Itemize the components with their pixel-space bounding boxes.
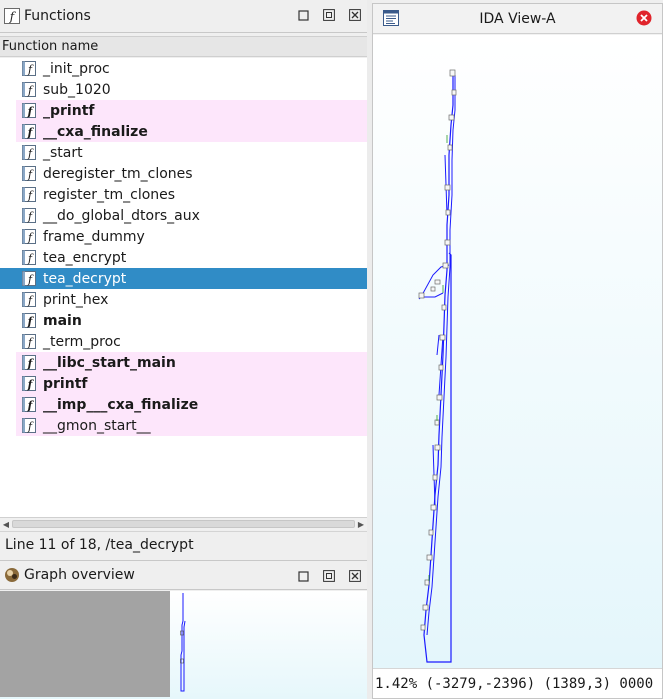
close-icon[interactable] <box>349 9 361 21</box>
function-row-term-proc[interactable]: f _term_proc <box>0 331 367 352</box>
function-name: __cxa_finalize <box>43 123 148 140</box>
function-icon: f <box>4 8 20 24</box>
function-name: __libc_start_main <box>43 354 176 371</box>
functions-title: Functions <box>24 8 91 24</box>
horizontal-scrollbar[interactable]: ◀ ▶ <box>0 517 367 530</box>
function-name: tea_decrypt <box>43 270 127 287</box>
functions-title-bar[interactable]: f Functions <box>0 0 367 33</box>
function-row-register-tm-clones[interactable]: f register_tm_clones <box>0 184 367 205</box>
function-name: __gmon_start__ <box>43 417 151 434</box>
function-row-start[interactable]: f _start <box>0 142 367 163</box>
functions-status: Line 11 of 18, /tea_decrypt <box>0 531 367 558</box>
graph-view-canvas[interactable] <box>373 35 662 670</box>
function-row-libc-start-main[interactable]: f __libc_start_main <box>16 352 367 373</box>
function-name: _init_proc <box>43 60 110 77</box>
scroll-left-icon[interactable]: ◀ <box>0 518 12 531</box>
overview-graph-thumbnail <box>180 593 186 692</box>
graph-overview-title: Graph overview <box>24 567 135 583</box>
function-icon: f <box>22 124 36 139</box>
function-icon: f <box>22 418 36 433</box>
function-row-frame-dummy[interactable]: f frame_dummy <box>0 226 367 247</box>
function-name: printf <box>43 375 88 392</box>
graph-overview-canvas[interactable] <box>0 591 367 699</box>
function-name: print_hex <box>43 291 109 308</box>
function-row-do-global-dtors-aux[interactable]: f __do_global_dtors_aux <box>0 205 367 226</box>
ida-view-title: IDA View-A <box>479 10 556 27</box>
function-icon: f <box>22 355 36 370</box>
minimize-icon[interactable] <box>297 9 309 21</box>
function-name: __do_global_dtors_aux <box>43 207 200 224</box>
column-header-function-name[interactable]: Function name <box>0 36 367 57</box>
minimize-icon[interactable] <box>297 570 309 582</box>
function-row-sub-1020[interactable]: f sub_1020 <box>0 79 367 100</box>
function-name: __imp___cxa_finalize <box>43 396 199 413</box>
function-icon: f <box>22 61 36 76</box>
float-icon[interactable] <box>323 9 335 21</box>
function-icon: f <box>22 145 36 160</box>
function-name: frame_dummy <box>43 228 145 245</box>
function-row-printf[interactable]: f _printf <box>16 100 367 121</box>
function-row-cxa-finalize[interactable]: f __cxa_finalize <box>16 121 367 142</box>
function-name: main <box>43 312 82 329</box>
function-icon: f <box>22 313 36 328</box>
function-row-init-proc[interactable]: f _init_proc <box>0 58 367 79</box>
function-icon: f <box>22 229 36 244</box>
function-row-tea-encrypt[interactable]: f tea_encrypt <box>0 247 367 268</box>
function-icon: f <box>22 271 36 286</box>
function-icon: f <box>22 187 36 202</box>
function-row-deregister-tm-clones[interactable]: f deregister_tm_clones <box>0 163 367 184</box>
function-name: register_tm_clones <box>43 186 176 203</box>
function-name: _term_proc <box>43 333 121 350</box>
graph-overview-title-bar[interactable]: Graph overview <box>0 560 367 590</box>
functions-panel: f Functions Function name f _init_proc f su… <box>0 0 367 558</box>
function-icon: f <box>22 292 36 307</box>
close-tab-icon[interactable] <box>636 10 652 26</box>
ida-view-title-bar[interactable]: IDA View-A <box>373 4 662 34</box>
close-icon[interactable] <box>349 570 361 582</box>
function-row-tea-decrypt[interactable]: f tea_decrypt <box>0 268 367 289</box>
function-row-main[interactable]: f main <box>0 310 367 331</box>
function-icon: f <box>22 376 36 391</box>
function-name: _printf <box>43 102 95 119</box>
graph-overview-icon <box>4 567 20 583</box>
function-flow-graph <box>418 69 457 663</box>
function-row-gmon-start[interactable]: f __gmon_start__ <box>16 415 367 436</box>
function-list: f _init_proc f sub_1020 f _printf f __cxa_final… <box>0 58 367 517</box>
function-row-printf[interactable]: f printf <box>16 373 367 394</box>
ida-window: f Functions Function name f _init_proc f su… <box>0 0 663 699</box>
scrollbar-thumb[interactable] <box>12 520 355 528</box>
function-name: tea_encrypt <box>43 249 127 266</box>
function-icon: f <box>22 334 36 349</box>
function-icon: f <box>22 250 36 265</box>
disassembly-view-icon <box>383 10 399 26</box>
function-row-print-hex[interactable]: f print_hex <box>0 289 367 310</box>
scroll-right-icon[interactable]: ▶ <box>355 518 367 531</box>
function-name: _start <box>43 144 83 161</box>
graph-overview-panel: Graph overview <box>0 558 367 699</box>
ida-view-panel: IDA View-A 1.42% (-3279,-2396) (1389,3) … <box>372 3 663 699</box>
ida-view-status: 1.42% (-3279,-2396) (1389,3) 0000 <box>373 668 662 698</box>
function-icon: f <box>22 166 36 181</box>
function-icon: f <box>22 208 36 223</box>
function-icon: f <box>22 397 36 412</box>
function-icon: f <box>22 82 36 97</box>
function-row-imp-cxa-finalize[interactable]: f __imp___cxa_finalize <box>16 394 367 415</box>
function-name: deregister_tm_clones <box>43 165 193 182</box>
function-name: sub_1020 <box>43 81 111 98</box>
float-icon[interactable] <box>323 570 335 582</box>
function-icon: f <box>22 103 36 118</box>
